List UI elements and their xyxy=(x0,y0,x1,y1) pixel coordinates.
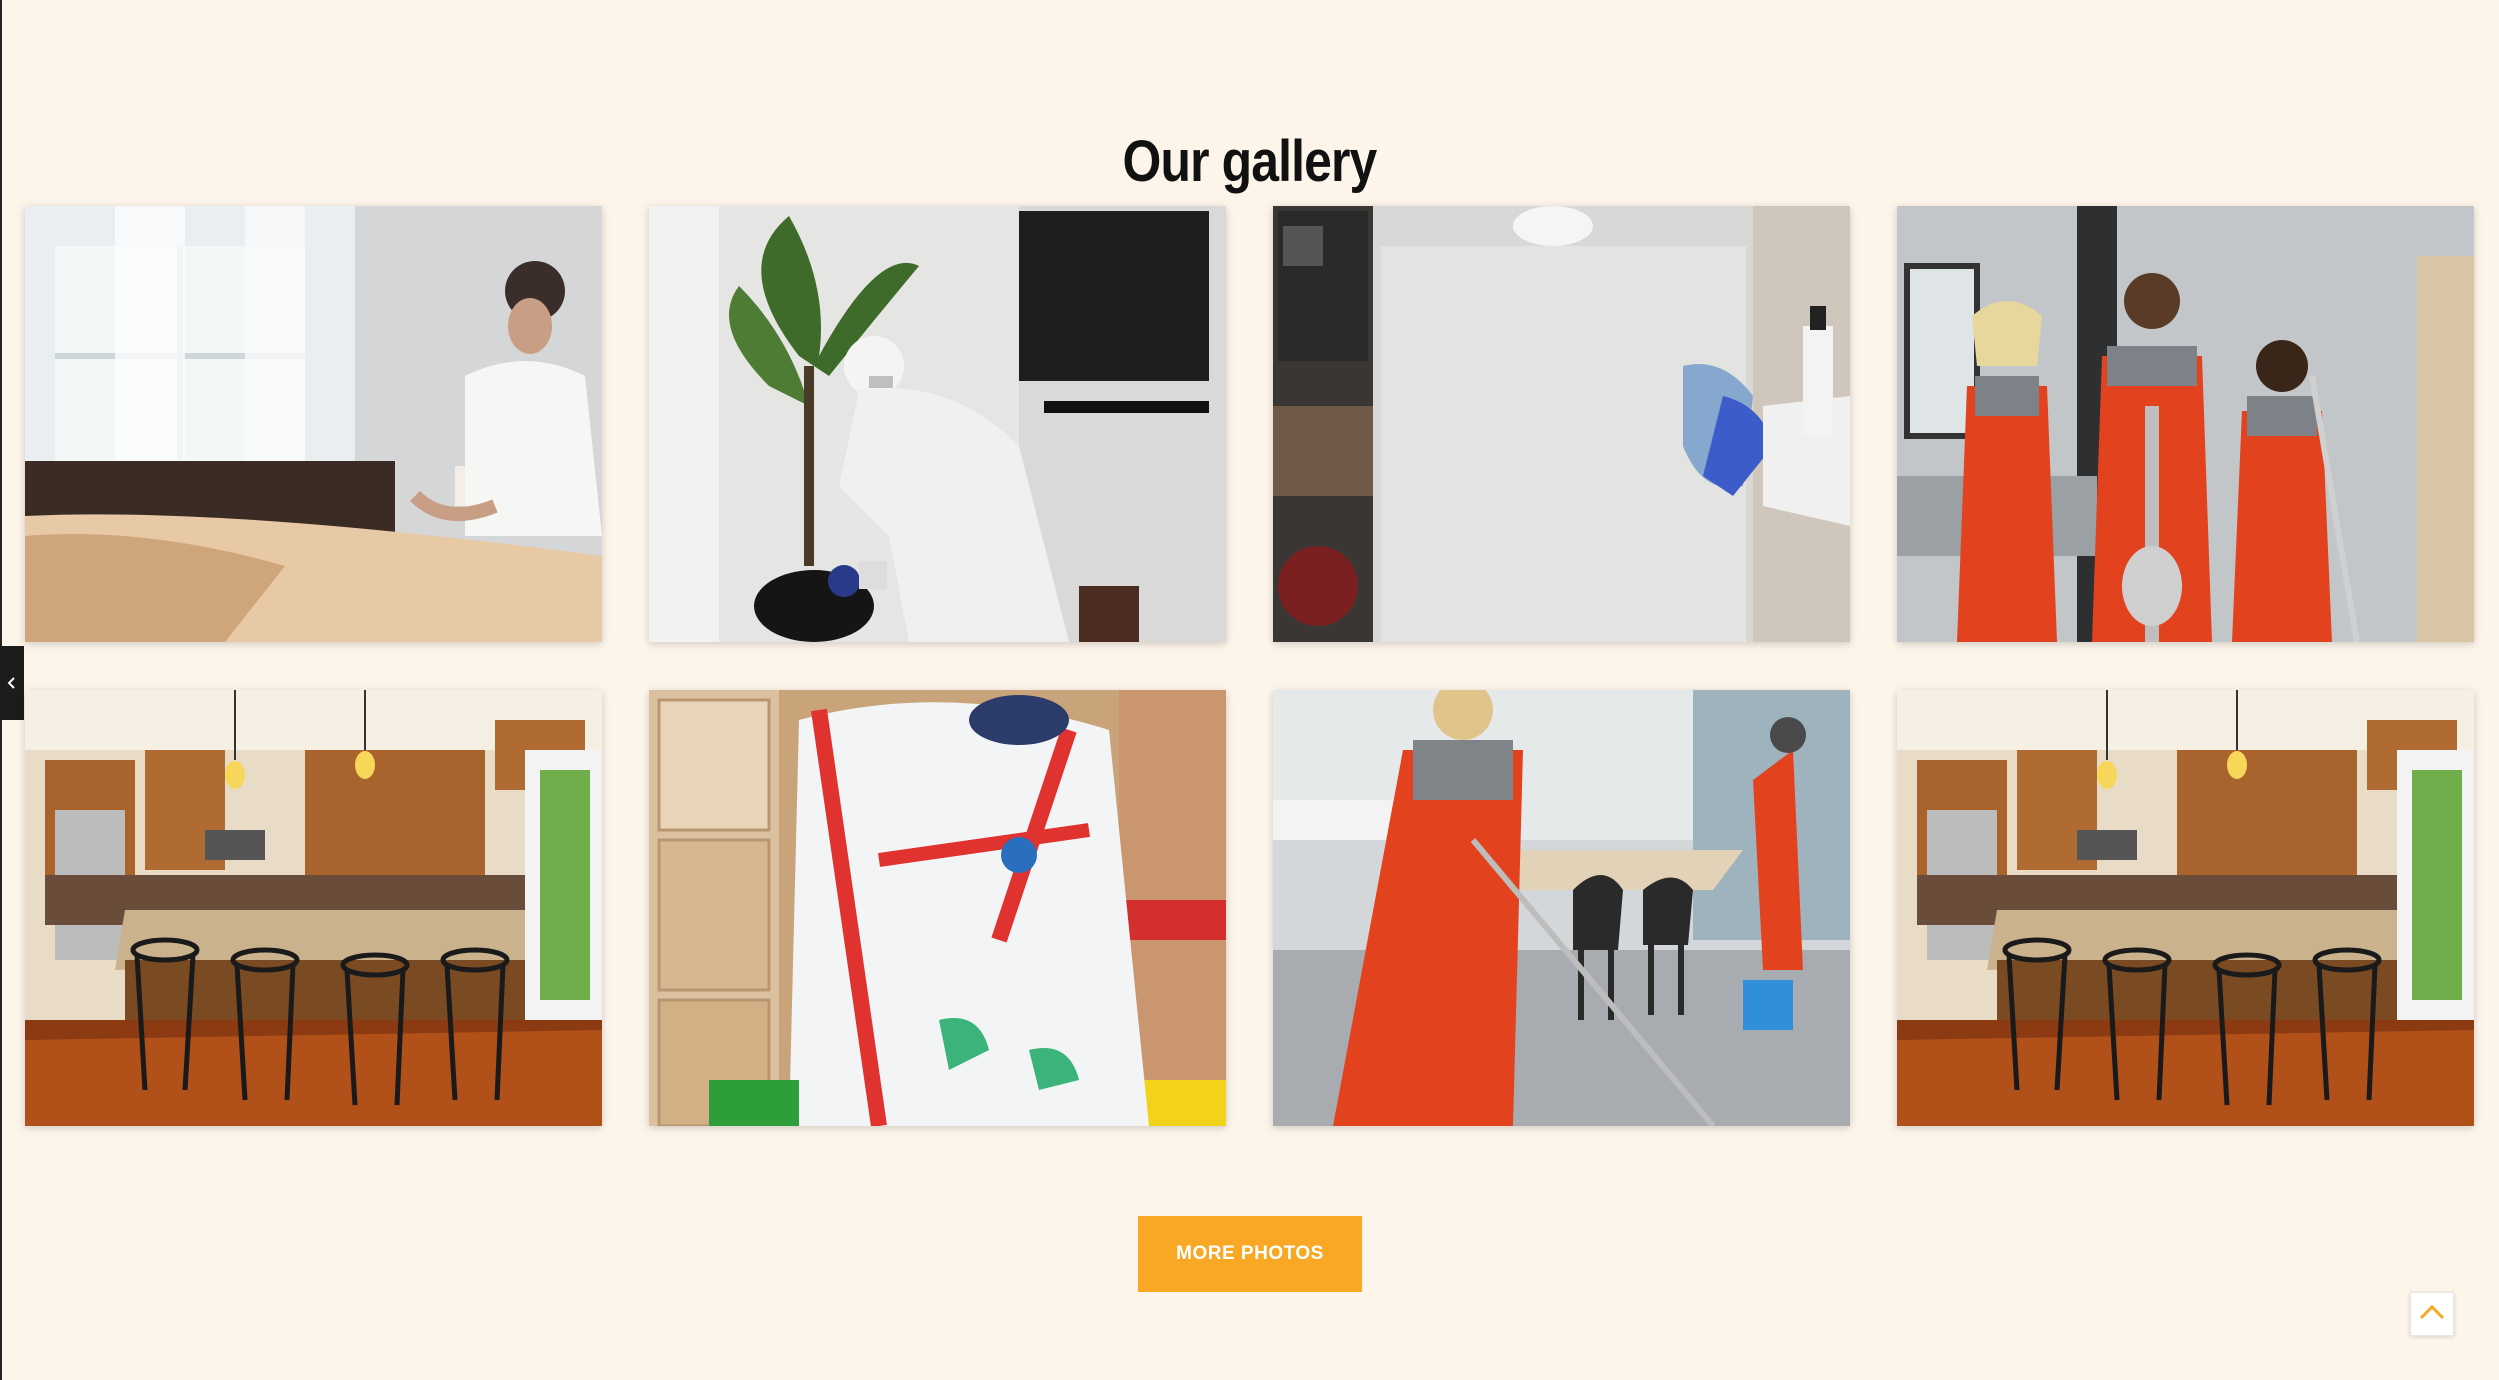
chevron-left-icon xyxy=(7,676,17,690)
gallery-photo[interactable] xyxy=(649,690,1226,1126)
section-title: Our gallery xyxy=(1122,129,1378,195)
gallery-photo[interactable] xyxy=(25,690,602,1126)
gallery-image-fridge xyxy=(1273,206,1850,642)
gallery-image-kitchen xyxy=(25,690,602,1126)
gallery-photo[interactable] xyxy=(1897,690,2474,1126)
gallery-image-kitchen xyxy=(1897,690,2474,1126)
gallery-photo[interactable] xyxy=(1273,206,1850,642)
gallery-image-hazmat xyxy=(649,690,1226,1126)
gallery-photo[interactable] xyxy=(649,206,1226,642)
more-photos-button[interactable]: MORE PHOTOS xyxy=(1138,1216,1362,1292)
gallery-image-bed xyxy=(25,206,602,642)
gallery-image-disinfecting xyxy=(649,206,1226,642)
gallery-photo[interactable] xyxy=(25,206,602,642)
side-panel-toggle[interactable] xyxy=(0,646,24,720)
gallery-image-mopping xyxy=(1273,690,1850,1126)
gallery-photo[interactable] xyxy=(1273,690,1850,1126)
chevron-up-icon xyxy=(2419,1304,2445,1325)
photo-gallery xyxy=(25,206,2475,1126)
gallery-photo[interactable] xyxy=(1897,206,2474,642)
gallery-image-team xyxy=(1897,206,2474,642)
scroll-to-top-button[interactable] xyxy=(2410,1292,2454,1336)
